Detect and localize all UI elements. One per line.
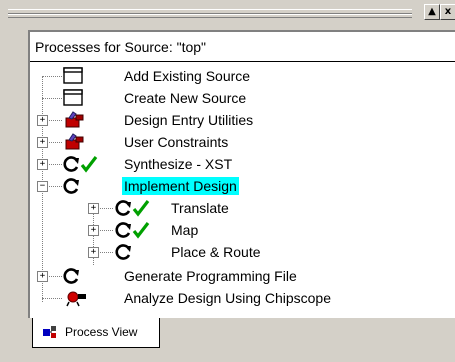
tab-strip: Process View: [0, 318, 455, 362]
tree-item-map[interactable]: + Map: [30, 219, 455, 241]
tab-process-view[interactable]: Process View: [32, 318, 160, 348]
toolbox-icon: [65, 133, 84, 150]
minimize-button[interactable]: ▲: [424, 4, 440, 20]
tree-item-create-new-source[interactable]: Create New Source: [30, 87, 455, 109]
expand-toggle[interactable]: +: [88, 225, 99, 236]
refresh-icon: [63, 156, 79, 172]
refresh-icon: [115, 244, 131, 260]
tree-item-add-existing-source[interactable]: Add Existing Source: [30, 65, 455, 87]
toolbox-icon: [65, 111, 84, 128]
refresh-icon: [63, 268, 79, 284]
checkmark-icon: [132, 222, 150, 239]
tree-item-translate[interactable]: + Translate: [30, 197, 455, 219]
tree-item-label: Implement Design: [122, 177, 239, 195]
tree-line: [42, 98, 62, 99]
tree-item-label: Create New Source: [124, 90, 247, 106]
refresh-icon: [115, 200, 131, 216]
tree-item-label: User Constraints: [124, 134, 229, 150]
window-icon: [63, 67, 83, 84]
checkmark-icon: [132, 200, 150, 217]
tree-item-label: Map: [171, 222, 199, 238]
refresh-icon: [63, 178, 79, 194]
process-view-icon: [43, 326, 56, 338]
tree-item-synthesize-xst[interactable]: + Synthesize - XST: [30, 153, 455, 175]
expand-toggle[interactable]: +: [88, 247, 99, 258]
expand-toggle[interactable]: +: [37, 159, 48, 170]
tree-item-label: Place & Route: [171, 244, 261, 260]
tree-item-label: Design Entry Utilities: [124, 112, 254, 128]
collapse-toggle[interactable]: −: [37, 181, 48, 192]
tree-line: [42, 298, 62, 299]
processes-panel: Processes for Source: "top" Add Existing…: [28, 30, 455, 318]
expand-toggle[interactable]: +: [37, 115, 48, 126]
tree-item-generate-programming-file[interactable]: + Generate Programming File: [30, 265, 455, 287]
expand-toggle[interactable]: +: [88, 203, 99, 214]
tree-item-design-entry-utilities[interactable]: + Design Entry Utilities: [30, 109, 455, 131]
tree-item-label: Generate Programming File: [124, 268, 297, 284]
window-icon: [63, 89, 83, 106]
tree-line: [42, 76, 62, 77]
expand-toggle[interactable]: +: [37, 271, 48, 282]
close-button[interactable]: x: [440, 4, 455, 20]
tree-item-label: Translate: [171, 200, 229, 216]
tab-label: Process View: [65, 325, 138, 339]
tree-item-label: Synthesize - XST: [124, 156, 233, 172]
chipscope-icon: [66, 291, 86, 307]
tree-item-label: Add Existing Source: [124, 68, 251, 84]
refresh-icon: [115, 222, 131, 238]
tree-item-implement-design[interactable]: − Implement Design: [30, 175, 455, 197]
panel-header: Processes for Source: "top": [30, 32, 455, 62]
checkmark-icon: [80, 156, 98, 173]
tree-item-label: Analyze Design Using Chipscope: [124, 290, 331, 306]
tree-item-user-constraints[interactable]: + User Constraints: [30, 131, 455, 153]
toolbar-grip[interactable]: [8, 9, 412, 18]
tree-item-analyze-design-chipscope[interactable]: Analyze Design Using Chipscope: [30, 287, 455, 309]
tree-item-place-and-route[interactable]: + Place & Route: [30, 241, 455, 263]
expand-toggle[interactable]: +: [37, 137, 48, 148]
